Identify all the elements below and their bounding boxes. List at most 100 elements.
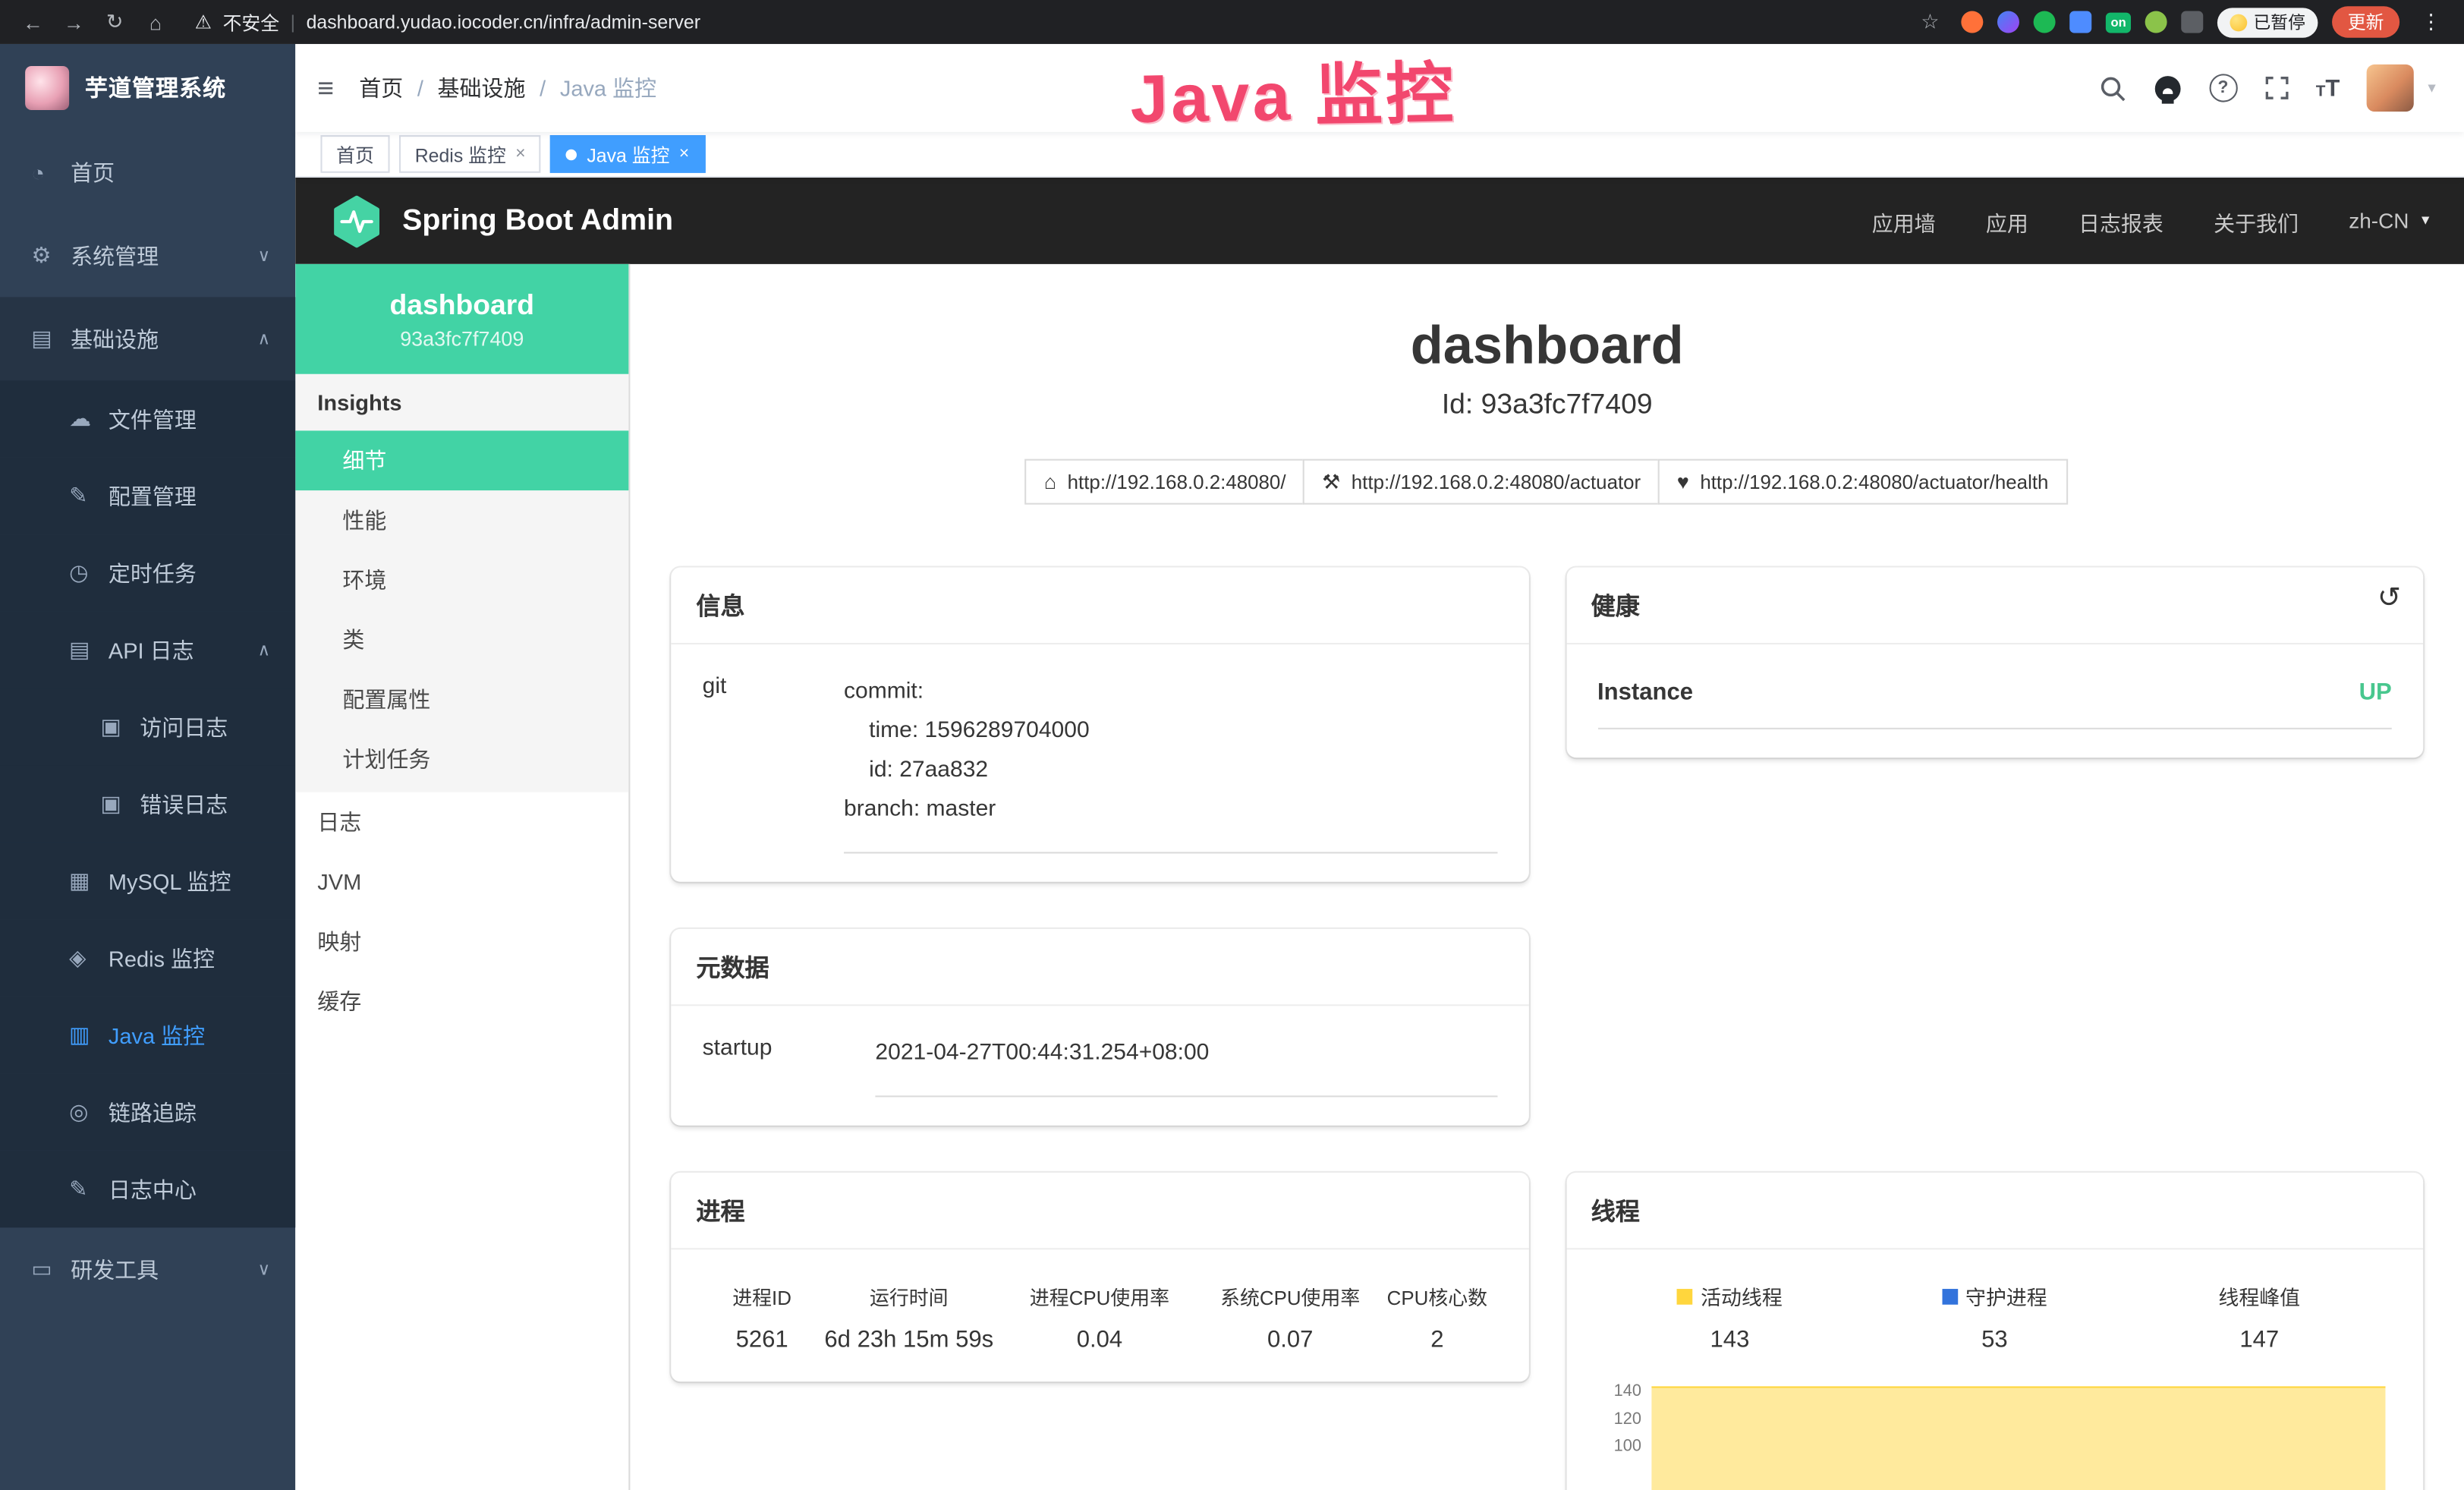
font-size-icon[interactable]: TT: [2316, 76, 2340, 99]
extension-on-badge[interactable]: on: [2106, 12, 2131, 33]
extension-grid-icon[interactable]: [2070, 11, 2092, 33]
side-item-classes[interactable]: 类: [295, 610, 628, 669]
logo-avatar: [25, 65, 69, 109]
github-icon[interactable]: [2152, 73, 2182, 102]
sidebar-item-redis-monitor[interactable]: ◈ Redis 监控: [0, 919, 295, 996]
forward-icon[interactable]: →: [57, 10, 92, 33]
health-instance-label: Instance: [1597, 679, 1693, 706]
side-item-config-props[interactable]: 配置属性: [295, 669, 628, 729]
sba-main: dashboard Id: 93a3fc7f7409 ⌂ http://192.…: [630, 264, 2464, 1490]
sidebar-item-dev-tools[interactable]: ▭ 研发工具 ∨: [0, 1227, 295, 1311]
sba-nav-about[interactable]: 关于我们: [2214, 205, 2299, 236]
close-icon[interactable]: ×: [679, 145, 689, 164]
sidebar-item-home[interactable]: ◔ 首页: [0, 131, 295, 214]
process-table: 进程ID5261 运行时间6d 23h 15m 59s 进程CPU使用率0.04…: [703, 1278, 1497, 1353]
timer-icon: ◷: [69, 559, 109, 586]
side-item-mappings[interactable]: 映射: [295, 912, 628, 972]
log-doc-icon: ▣: [101, 791, 140, 817]
reload-icon[interactable]: ↻: [97, 9, 132, 34]
sba-brand[interactable]: Spring Boot Admin: [402, 203, 673, 238]
status-badge: UP: [2359, 679, 2392, 706]
spring-boot-admin-logo: [330, 194, 383, 247]
instance-id: 93a3fc7f7409: [400, 326, 524, 350]
home-icon[interactable]: ⌂: [138, 10, 173, 33]
url-divider: |: [291, 11, 295, 33]
threads-card: 线程 活动线程 143 守护进程 53: [1566, 1173, 2424, 1490]
side-item-scheduled-tasks[interactable]: 计划任务: [295, 729, 628, 789]
extension-puzzle-icon[interactable]: [2181, 11, 2203, 33]
tab-java-monitor[interactable]: Java 监控 ×: [551, 135, 705, 173]
user-avatar[interactable]: [2367, 65, 2414, 112]
paused-badge[interactable]: 已暂停: [2217, 7, 2318, 36]
sba-nav-wallboard[interactable]: 应用墙: [1872, 205, 1936, 236]
sidebar-item-file-mgmt[interactable]: ☁ 文件管理: [0, 380, 295, 457]
side-item-jvm[interactable]: JVM: [295, 852, 628, 912]
sidebar-item-system-mgmt[interactable]: ⚙ 系统管理 ∨: [0, 214, 295, 298]
search-icon[interactable]: [2099, 74, 2126, 101]
chevron-down-icon: ∨: [257, 245, 270, 266]
side-item-details[interactable]: 细节: [295, 430, 628, 490]
sidebar-item-infrastructure[interactable]: ▤ 基础设施 ∧: [0, 297, 295, 380]
tab-redis-monitor[interactable]: Redis 监控 ×: [399, 135, 541, 173]
address-bar[interactable]: ⚠ 不安全 | dashboard.yudao.iocoder.cn/infra…: [195, 8, 1907, 35]
heartbeat-icon: ♥: [1677, 471, 1689, 494]
side-item-caches[interactable]: 缓存: [295, 972, 628, 1032]
threads-chart: 140 120 100: [1597, 1382, 2392, 1490]
extension-green-icon[interactable]: [2034, 11, 2056, 33]
threads-legend: 活动线程 143 守护进程 53 线程峰值 14: [1597, 1278, 2392, 1353]
sidebar-item-mysql-monitor[interactable]: ▦ MySQL 监控: [0, 843, 295, 919]
fullscreen-icon[interactable]: [2264, 75, 2289, 100]
sidebar-item-tracing[interactable]: ◎ 链路追踪: [0, 1073, 295, 1150]
health-card-title: 健康: [1591, 595, 1640, 622]
close-icon[interactable]: ×: [515, 145, 525, 164]
bookmark-star-icon[interactable]: ☆: [1913, 9, 1948, 34]
redis-icon: ◈: [69, 945, 109, 972]
url-text[interactable]: dashboard.yudao.iocoder.cn/infra/admin-s…: [307, 11, 700, 33]
sidebar-item-log-center[interactable]: ✎ 日志中心: [0, 1151, 295, 1227]
hamburger-icon[interactable]: ≡: [317, 71, 334, 104]
extension-fox-icon[interactable]: [1962, 11, 1984, 33]
sidebar-item-config-mgmt[interactable]: ✎ 配置管理: [0, 458, 295, 534]
sidebar-item-error-logs[interactable]: ▣ 错误日志: [0, 765, 295, 842]
chevron-down-icon[interactable]: ▾: [2422, 213, 2429, 230]
screen: ← → ↻ ⌂ ⚠ 不安全 | dashboard.yudao.iocoder.…: [0, 0, 2464, 1490]
instance-header[interactable]: dashboard 93a3fc7f7409: [295, 264, 628, 374]
breadcrumb-home[interactable]: 首页: [359, 72, 403, 103]
side-item-logs[interactable]: 日志: [295, 792, 628, 852]
side-item-environment[interactable]: 环境: [295, 550, 628, 610]
health-url-link[interactable]: ♥ http://192.168.0.2:48080/actuator/heal…: [1658, 459, 2067, 505]
health-row[interactable]: Instance UP: [1597, 673, 2392, 730]
toolbox-icon: ▭: [31, 1256, 71, 1283]
extension-leaf-icon[interactable]: [2145, 11, 2167, 33]
sba-nav-applications[interactable]: 应用: [1986, 205, 2028, 236]
database-icon: ▦: [69, 868, 109, 894]
sba-navbar: Spring Boot Admin 应用墙 应用 日志报表 关于我们 zh-CN…: [295, 178, 2464, 264]
breadcrumb-infrastructure[interactable]: 基础设施: [438, 72, 526, 103]
insights-section: Insights 细节 性能 环境 类 配置属性 计划任务: [295, 374, 628, 792]
avatar-caret-icon[interactable]: ▾: [2428, 80, 2435, 97]
sidebar-item-java-monitor[interactable]: ▥ Java 监控: [0, 997, 295, 1073]
warning-icon: ⚠: [195, 11, 212, 33]
sba-nav-language[interactable]: zh-CN: [2349, 209, 2409, 232]
threads-chart-plot: [1651, 1382, 2385, 1490]
browser-menu-icon[interactable]: ⋮: [2414, 9, 2449, 34]
update-button[interactable]: 更新: [2332, 6, 2399, 37]
help-icon[interactable]: ?: [2209, 74, 2237, 102]
sba-nav-links: 应用墙 应用 日志报表 关于我们 zh-CN ▾: [1872, 205, 2430, 236]
actuator-url-link[interactable]: ⚒ http://192.168.0.2:48080/actuator: [1303, 459, 1660, 505]
side-item-metrics[interactable]: 性能: [295, 490, 628, 550]
home-icon: ⌂: [1044, 471, 1056, 494]
sidebar-item-api-logs[interactable]: ▤ API 日志 ∧: [0, 612, 295, 688]
service-url-link[interactable]: ⌂ http://192.168.0.2:48080/: [1025, 459, 1304, 505]
insights-section-label: Insights: [295, 374, 628, 431]
sba-nav-journal[interactable]: 日志报表: [2079, 205, 2163, 236]
info-card-title: 信息: [671, 568, 1528, 644]
back-icon[interactable]: ←: [16, 10, 51, 33]
history-icon[interactable]: ↺: [2377, 582, 2401, 615]
cloud-icon: ☁: [69, 405, 109, 432]
sidebar-item-scheduled-jobs[interactable]: ◷ 定时任务: [0, 534, 295, 611]
sidebar-item-access-logs[interactable]: ▣ 访问日志: [0, 688, 295, 765]
viewport: ← → ↻ ⌂ ⚠ 不安全 | dashboard.yudao.iocoder.…: [0, 0, 2464, 1490]
tab-home[interactable]: 首页: [320, 135, 389, 173]
extension-color-icon[interactable]: [1997, 11, 2019, 33]
